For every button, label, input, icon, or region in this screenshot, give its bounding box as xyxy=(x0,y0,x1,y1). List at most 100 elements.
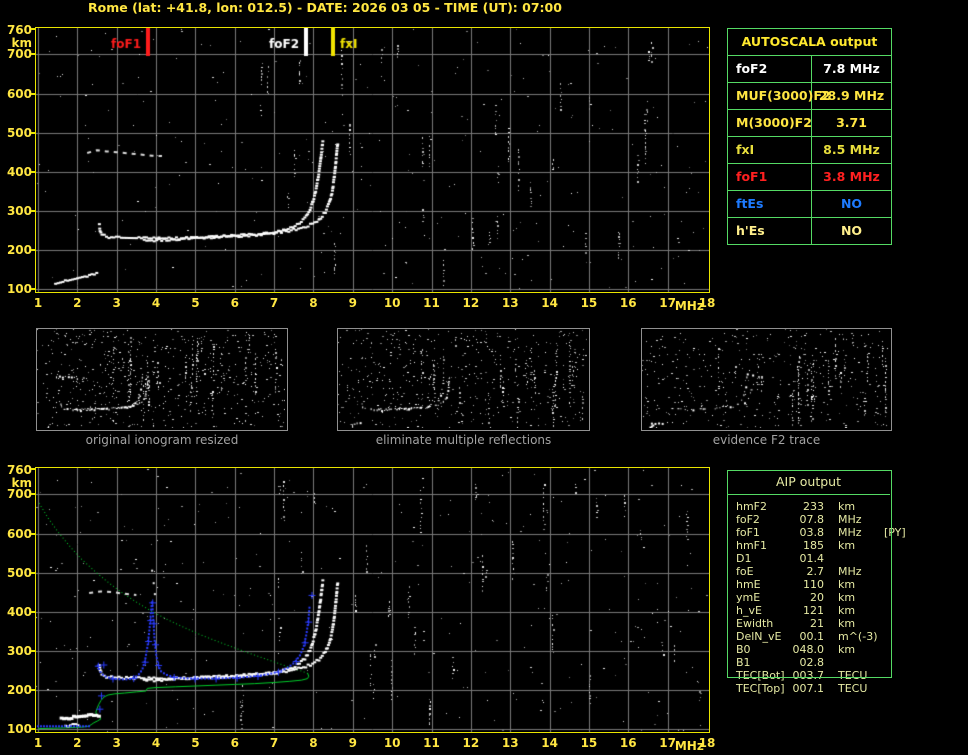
aip-param-extra xyxy=(878,552,884,565)
y-axis-tick-label: 100 xyxy=(6,282,32,296)
aip-param-value: 20 xyxy=(810,591,824,604)
y-axis-tick-label: 400 xyxy=(6,164,32,179)
x-axis-tick-label: 3 xyxy=(112,296,121,310)
autoscala-row-fof2: foF2 7.8 MHz xyxy=(728,56,891,82)
autoscala-row-fof1: foF1 3.8 MHz xyxy=(728,163,891,190)
aip-row-b1: B1 02.8 xyxy=(727,656,967,669)
y-axis-tick-label: 300 xyxy=(6,643,32,658)
aip-param-value: 21 xyxy=(810,617,824,630)
autoscala-row-ftes: ftEs NO xyxy=(728,190,891,217)
autoscala-param-label: M(3000)F2 xyxy=(728,110,812,136)
aip-row-fof1: foF1 03.8 MHz [PY] xyxy=(727,526,967,539)
aip-param-extra xyxy=(878,500,884,513)
aip-param-unit: MHz xyxy=(838,513,862,526)
window-title: Rome (lat: +41.8, lon: 012.5) - DATE: 20… xyxy=(88,0,562,15)
aip-param-unit: km xyxy=(838,604,856,617)
aip-param-value: 007.1 xyxy=(792,682,825,695)
aip-param-label: B1 xyxy=(736,656,751,669)
x-axis-tick-label: 14 xyxy=(541,296,558,310)
thumbnail-evidence-canvas xyxy=(642,329,889,428)
x-axis-unit-label: MHz xyxy=(674,299,704,313)
aip-param-unit xyxy=(824,656,878,669)
aip-row-fof2: foF2 07.8 MHz xyxy=(727,513,967,526)
x-axis-tick-label: 15 xyxy=(580,296,598,310)
x-axis-tick-label: 9 xyxy=(348,736,357,750)
x-axis-tick-label: 5 xyxy=(191,736,200,750)
aip-param-extra xyxy=(878,682,884,695)
x-axis-tick-label: 12 xyxy=(462,296,480,310)
y-axis-tick-mark xyxy=(31,209,35,212)
x-axis-unit-label: MHz xyxy=(674,739,704,753)
aip-row-b0: B0 048.0 km xyxy=(727,643,967,656)
aip-param-value: 02.8 xyxy=(799,656,825,669)
y-axis-tick-label: 700 xyxy=(6,487,32,502)
autoscala-param-label: foF2 xyxy=(728,56,812,82)
aip-param-value: 110 xyxy=(803,578,824,591)
aip-row-hme: hmE 110 km xyxy=(727,578,967,591)
x-axis-tick-label: 10 xyxy=(383,296,401,310)
x-axis-tick-label: 7 xyxy=(269,736,279,750)
thumbnail-eliminate-canvas xyxy=(338,329,587,428)
aip-param-value: 01.4 xyxy=(799,552,825,565)
autoscala-param-label: foF1 xyxy=(728,164,812,190)
x-axis-tick-label: 7 xyxy=(269,296,279,310)
y-axis-tick-mark xyxy=(31,53,35,56)
y-axis-tick-mark xyxy=(31,92,35,95)
aip-param-extra xyxy=(878,643,884,656)
aip-param-extra xyxy=(878,656,884,669)
y-axis-tick-mark xyxy=(31,610,35,613)
aip-param-label: h_vE xyxy=(736,604,762,617)
aip-table-header: AIP output xyxy=(727,470,890,495)
autoscala-param-value: NO xyxy=(840,223,863,238)
y-axis-tick-mark xyxy=(31,170,35,173)
aip-param-unit: km xyxy=(838,591,856,604)
x-axis-tick-label: 14 xyxy=(541,736,558,750)
thumbnail-caption-evidence: evidence F2 trace xyxy=(712,433,821,447)
aip-param-label: DelN_vE xyxy=(736,630,782,643)
aip-param-unit: km xyxy=(838,578,856,591)
x-axis-tick-label: 13 xyxy=(501,296,519,310)
x-axis-tick-label: 2 xyxy=(73,736,82,750)
aip-param-label: D1 xyxy=(736,552,752,565)
x-axis-tick-label: 15 xyxy=(580,736,598,750)
aip-param-extra xyxy=(878,604,884,617)
profile-ionogram-chart xyxy=(35,467,710,733)
aip-row-tec-top-: TEC[Top] 007.1 TECU xyxy=(727,682,967,695)
y-axis-tick-label: 200 xyxy=(6,242,32,257)
aip-param-value: 2.7 xyxy=(806,565,825,578)
y-axis-tick-mark xyxy=(31,571,35,574)
x-axis-tick-label: 10 xyxy=(383,736,401,750)
aip-param-label: Ewidth xyxy=(736,617,774,630)
aip-param-unit: km xyxy=(838,539,856,552)
y-axis-tick-mark xyxy=(31,288,35,290)
main-ionogram-chart xyxy=(35,27,710,293)
aip-param-unit: MHz xyxy=(838,526,862,539)
x-axis-tick-label: 16 xyxy=(619,736,637,750)
aip-param-value: 185 xyxy=(803,539,824,552)
aip-param-extra xyxy=(878,539,884,552)
autoscala-row-m-3000-f2: M(3000)F2 3.71 xyxy=(728,109,891,136)
autoscala-param-value: 3.8 MHz xyxy=(823,169,880,184)
autoscala-table-header: AUTOSCALA output xyxy=(728,29,891,56)
y-axis-tick-mark xyxy=(31,649,35,652)
aip-param-label: B0 xyxy=(736,643,751,656)
aip-param-extra xyxy=(878,513,884,526)
aip-param-unit: km xyxy=(838,643,856,656)
y-axis-tick-mark xyxy=(31,688,35,691)
aip-param-value: 00.1 xyxy=(799,630,825,643)
aip-table-rows: hmF2 233 km foF2 07.8 MHz foF1 03.8 MHz [PY] hmF1 1… xyxy=(727,500,967,695)
aip-row-yme: ymE 20 km xyxy=(727,591,967,604)
aip-param-label: hmE xyxy=(736,578,761,591)
aip-param-label: foE xyxy=(736,565,754,578)
aip-param-unit: TECU xyxy=(838,669,868,682)
aip-param-label: TEC[Bot] xyxy=(736,669,785,682)
y-axis-tick-mark xyxy=(31,131,35,134)
aip-row-tec-bot-: TEC[Bot] 003.7 TECU xyxy=(727,669,967,682)
autoscala-param-label: h'Es xyxy=(728,218,812,244)
aip-param-value: 003.7 xyxy=(792,669,825,682)
aip-row-h-ve: h_vE 121 km xyxy=(727,604,967,617)
autoscala-table-rows: foF2 7.8 MHz MUF(3000)F2 28.9 MHz M(3000)F2 3… xyxy=(728,56,891,244)
aip-param-label: TEC[Top] xyxy=(736,682,785,695)
y-axis-tick-label: 700 xyxy=(6,47,32,62)
x-axis-tick-label: 12 xyxy=(462,736,480,750)
